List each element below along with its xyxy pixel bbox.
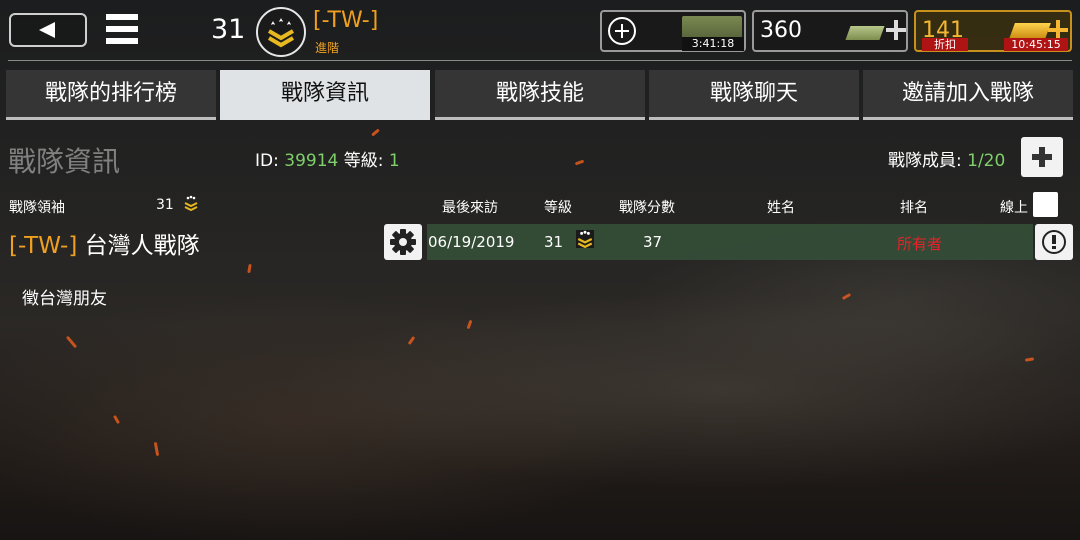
ember-spark (65, 335, 78, 349)
ember-spark (466, 319, 473, 330)
crate-timer: 3:41:18 (682, 37, 744, 51)
gold-resource[interactable]: 141 折扣 10:45:15 (914, 10, 1072, 52)
plus-icon[interactable] (886, 20, 906, 40)
header-level[interactable]: 等級 (544, 197, 572, 217)
back-button[interactable] (9, 13, 87, 47)
header-last-visit[interactable]: 最後來訪 (442, 197, 498, 217)
ember-spark (112, 414, 121, 425)
row-rank: 所有者 (897, 235, 943, 253)
rank-chevron-icon (184, 195, 198, 211)
table-row[interactable] (427, 224, 1033, 260)
leader-label: 戰隊領袖 (9, 200, 65, 216)
plus-icon[interactable] (1048, 20, 1068, 40)
tab-invite[interactable]: 邀請加入戰隊 (863, 70, 1073, 120)
online-filter-checkbox[interactable] (1033, 192, 1058, 217)
info-icon (1042, 230, 1066, 254)
crate-resource[interactable]: 3:41:18 (600, 10, 746, 52)
ember-spark (247, 263, 252, 274)
ember-spark (153, 441, 160, 457)
gear-icon (390, 229, 416, 255)
rank-chevron-icon (576, 230, 594, 248)
ember-spark (1024, 357, 1035, 362)
leader-level: 31 (156, 197, 174, 213)
tab-clan-info[interactable]: 戰隊資訊 (220, 70, 430, 120)
add-member-button[interactable] (1021, 137, 1063, 177)
level-label: 等級: (343, 151, 384, 171)
cash-amount: 360 (760, 18, 802, 43)
clan-name-tag: [-TW-] (9, 233, 78, 259)
menu-button[interactable] (106, 14, 140, 46)
members-value: 1/20 (967, 151, 1006, 171)
id-value: 39914 (284, 151, 339, 171)
tab-clan-skills[interactable]: 戰隊技能 (435, 70, 645, 120)
row-level: 31 (544, 233, 564, 251)
header-score[interactable]: 戰隊分數 (619, 197, 675, 217)
header-online: 線上 (1000, 200, 1028, 216)
header-name[interactable]: 姓名 (767, 197, 795, 217)
rank-name: 進階 (315, 41, 340, 55)
member-info-button[interactable] (1035, 224, 1073, 260)
back-arrow-icon (39, 22, 55, 38)
members-label: 戰隊成員: (888, 151, 962, 171)
divider (8, 60, 1072, 61)
clan-description: 徵台灣朋友 (22, 289, 107, 309)
plus-circle-icon[interactable] (608, 17, 636, 45)
settings-button[interactable] (384, 224, 422, 260)
row-score: 37 (643, 233, 663, 251)
menu-icon (106, 14, 138, 20)
clan-name: [-TW-] 台灣人戰隊 (9, 226, 200, 260)
section-title: 戰隊資訊 (8, 145, 121, 178)
cash-resource[interactable]: 360 (752, 10, 908, 52)
rank-chevron-icon (267, 18, 295, 48)
ember-spark (841, 292, 852, 301)
level-value: 1 (388, 151, 400, 171)
player-level: 31 (211, 14, 246, 45)
header-rank[interactable]: 排名 (900, 197, 928, 217)
ember-spark (574, 159, 585, 166)
discount-label: 折扣 (922, 38, 968, 51)
member-count: 戰隊成員: 1/20 (888, 146, 1005, 171)
ember-spark (371, 128, 380, 137)
clan-id-level: ID: 39914 等級: 1 (255, 146, 400, 171)
discount-timer: 10:45:15 (1004, 38, 1068, 51)
tab-clan-chat[interactable]: 戰隊聊天 (649, 70, 859, 120)
tab-clan-leaderboard[interactable]: 戰隊的排行榜 (6, 70, 216, 120)
ember-spark (407, 335, 416, 346)
row-last-visit: 06/19/2019 (428, 233, 515, 251)
cash-icon (845, 26, 885, 40)
rank-badge[interactable] (256, 7, 306, 57)
id-label: ID: (255, 151, 279, 171)
clan-name-text: 台灣人戰隊 (84, 233, 200, 259)
gold-icon (1009, 23, 1051, 39)
clan-tag[interactable]: [-TW-] (313, 8, 378, 33)
